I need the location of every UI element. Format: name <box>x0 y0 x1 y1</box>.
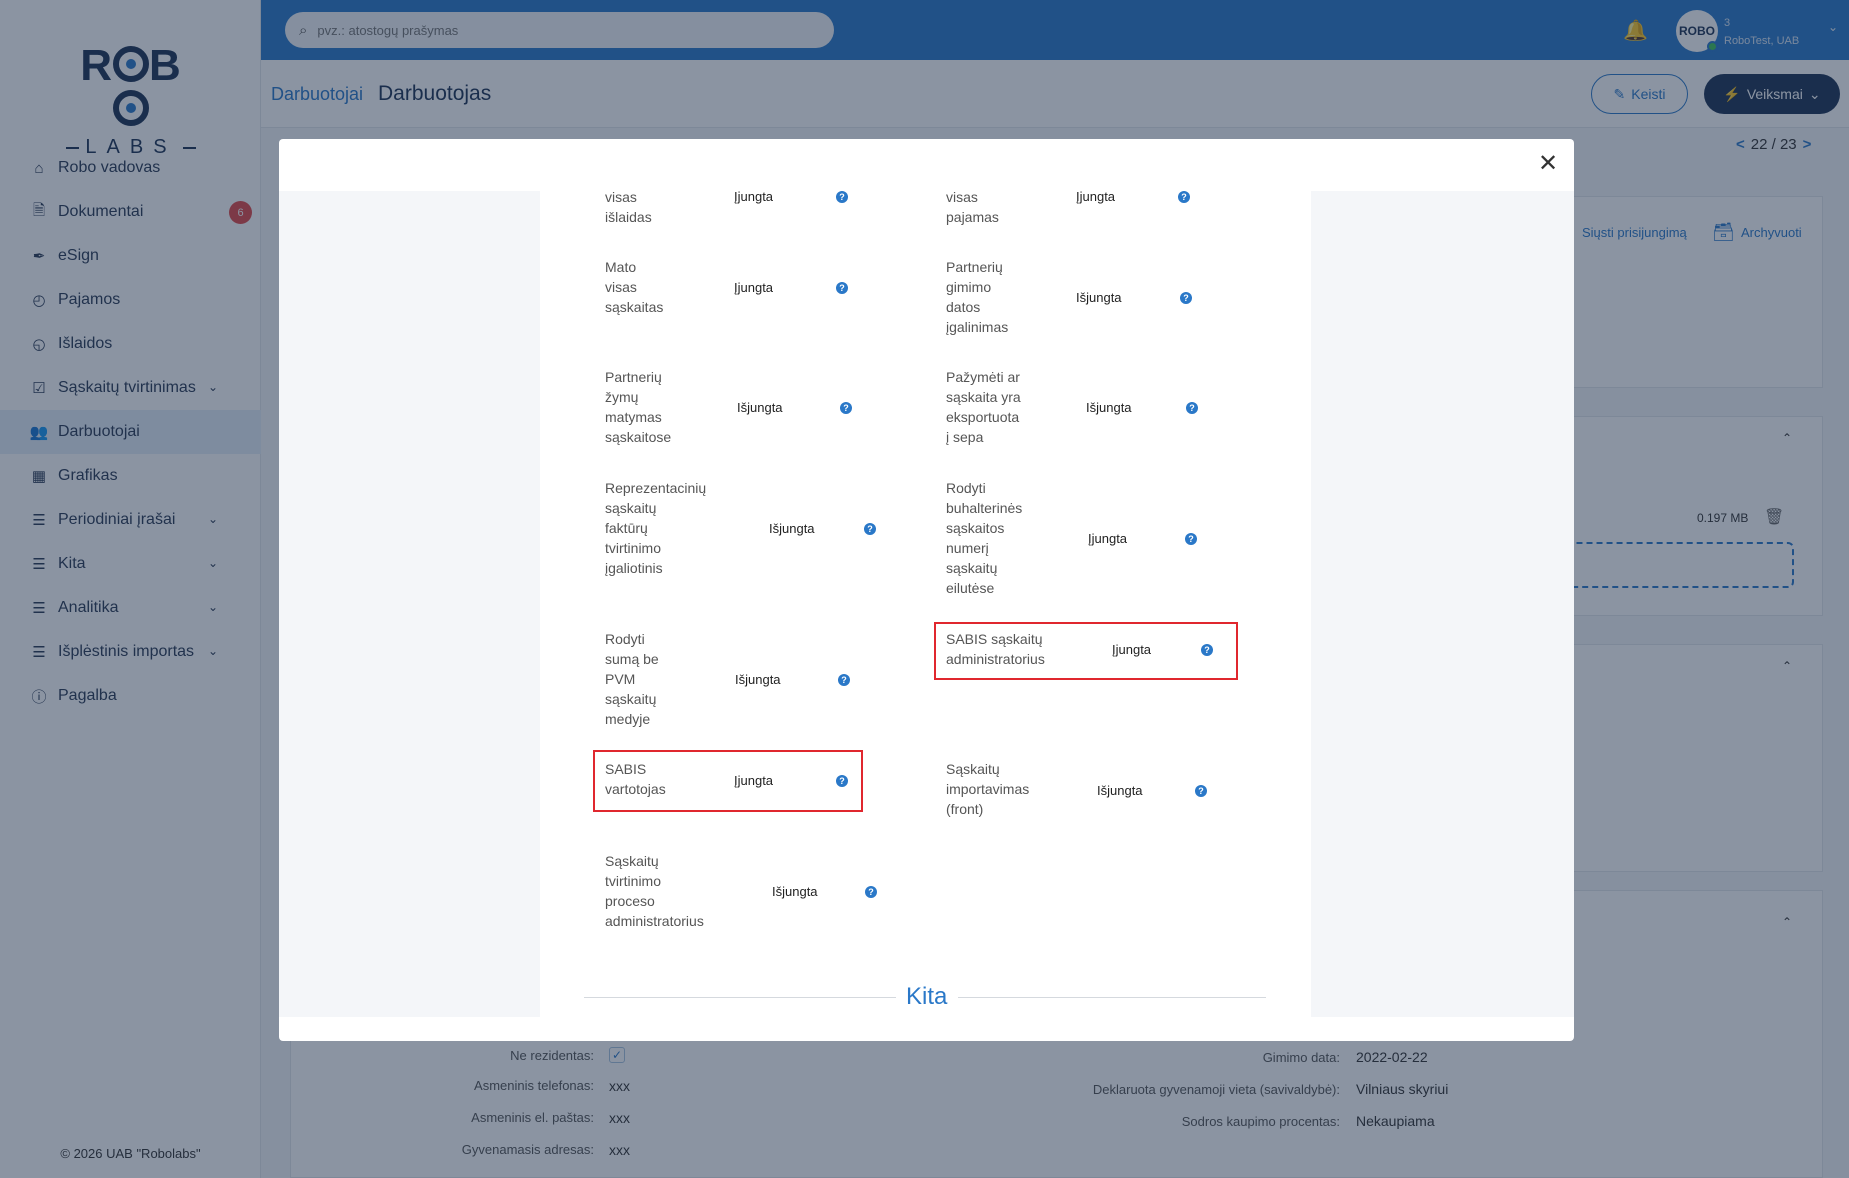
modal-gutter <box>1311 191 1574 1017</box>
permission-state[interactable]: Įjungta <box>1076 191 1115 204</box>
permission-label: Sąskaitų tvirtinimo proceso administratoriu… <box>605 853 704 929</box>
permission-state[interactable]: Įjungta <box>734 280 773 295</box>
help-icon[interactable]: ? <box>838 674 850 686</box>
help-icon[interactable]: ? <box>1178 191 1190 203</box>
help-icon[interactable]: ? <box>1201 644 1213 656</box>
section-title-kita: Kita <box>906 983 948 1010</box>
permission-state[interactable]: Išjungta <box>772 884 818 899</box>
permission-state[interactable]: Įjungta <box>734 191 773 204</box>
help-icon[interactable]: ? <box>836 282 848 294</box>
permission-label: SABIS sąskaitų administratorius <box>946 631 1045 667</box>
permission-state[interactable]: Įjungta <box>1112 642 1151 657</box>
permission-label: visas pajamas <box>946 191 999 225</box>
section-divider <box>584 997 896 998</box>
permission-label: Rodyti buhalterinės sąskaitos numerį sąskait… <box>946 480 1023 596</box>
modal-gutter <box>279 191 540 1017</box>
permission-label: Pažymėti ar sąskaita yra eksportuota į sepa <box>946 369 1021 445</box>
help-icon[interactable]: ? <box>840 402 852 414</box>
permission-state[interactable]: Išjungta <box>1076 290 1122 305</box>
permissions-list[interactable]: visas išlaidas Įjungta ? visas pajamas Įju… <box>540 191 1311 1017</box>
permission-label: Sąskaitų importavimas (front) <box>946 761 1030 817</box>
permission-label: Rodyti sumą be PVM sąskaitų medyje <box>605 631 659 727</box>
help-icon[interactable]: ? <box>1185 533 1197 545</box>
permission-state[interactable]: Išjungta <box>769 521 815 536</box>
help-icon[interactable]: ? <box>1180 292 1192 304</box>
permission-state[interactable]: Išjungta <box>1097 783 1143 798</box>
close-icon[interactable]: ✕ <box>1533 148 1563 178</box>
permission-label: Partnerių gimimo datos įgalinimas <box>946 259 1009 335</box>
permission-state[interactable]: Įjungta <box>1088 531 1127 546</box>
permission-label: Mato visas sąskaitas <box>605 259 664 315</box>
help-icon[interactable]: ? <box>1186 402 1198 414</box>
help-icon[interactable]: ? <box>864 523 876 535</box>
section-divider <box>958 997 1266 998</box>
permission-label: Partnerių žymų matymas sąskaitose <box>605 369 672 445</box>
permission-state[interactable]: Išjungta <box>737 400 783 415</box>
help-icon[interactable]: ? <box>865 886 877 898</box>
permission-state[interactable]: Išjungta <box>735 672 781 687</box>
help-icon[interactable]: ? <box>836 191 848 203</box>
permission-label: SABIS vartotojas <box>605 761 666 797</box>
help-icon[interactable]: ? <box>836 775 848 787</box>
permission-state[interactable]: Įjungta <box>734 773 773 788</box>
permission-label: Reprezentacinių sąskaitų faktūrų tvirtinimo… <box>605 480 707 576</box>
help-icon[interactable]: ? <box>1195 785 1207 797</box>
permission-label: visas išlaidas <box>605 191 652 225</box>
permission-state[interactable]: Išjungta <box>1086 400 1132 415</box>
